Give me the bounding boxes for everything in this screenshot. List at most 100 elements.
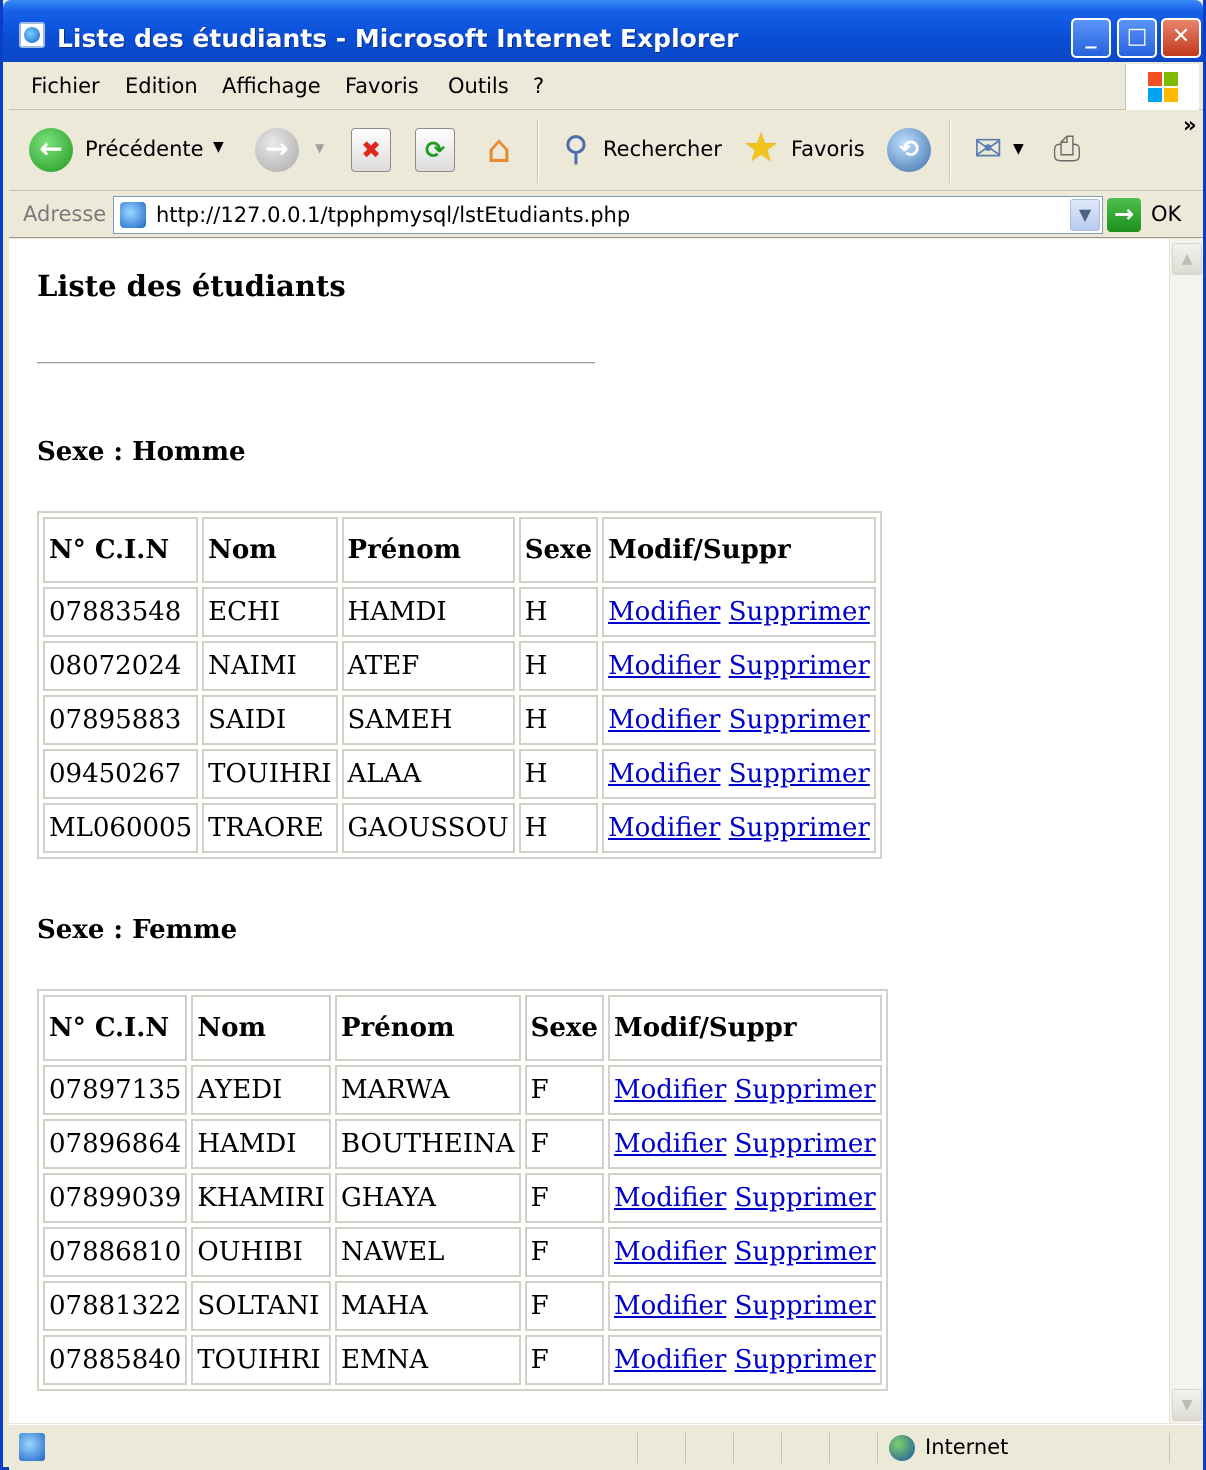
stop-button[interactable]: ✖ — [351, 128, 391, 172]
modify-link[interactable]: Modifier — [614, 1237, 726, 1267]
favorites-button[interactable]: ★ — [737, 123, 785, 173]
ie-page-icon — [120, 202, 146, 228]
actions-cell: Modifier Supprimer — [607, 1119, 882, 1169]
actions-cell: Modifier Supprimer — [602, 695, 876, 745]
home-button[interactable]: ⌂ — [475, 125, 523, 173]
cin-cell: 07881322 — [43, 1281, 188, 1331]
menu-favoris[interactable]: Favoris — [345, 74, 419, 98]
toolbar: ← Précédente ▼ → ▼ ✖ ⟳ ⌂ ⚲ Rechercher ★ … — [9, 111, 1203, 191]
modify-link[interactable]: Modifier — [614, 1183, 726, 1213]
modify-link[interactable]: Modifier — [608, 813, 720, 843]
delete-link[interactable]: Supprimer — [735, 1291, 876, 1321]
search-icon: ⚲ — [563, 129, 589, 169]
refresh-button[interactable]: ⟳ — [415, 128, 455, 172]
search-button[interactable]: ⚲ — [553, 125, 599, 173]
sexe-cell: F — [524, 1119, 604, 1169]
search-label[interactable]: Rechercher — [603, 137, 722, 161]
zone-label: Internet — [925, 1435, 1009, 1459]
column-header: Modif/Suppr — [607, 995, 882, 1061]
cin-cell: 07899039 — [43, 1173, 188, 1223]
address-dropdown-icon[interactable]: ▼ — [1070, 199, 1100, 231]
modify-link[interactable]: Modifier — [614, 1291, 726, 1321]
delete-link[interactable]: Supprimer — [735, 1129, 876, 1159]
menu-help[interactable]: ? — [533, 74, 544, 98]
mail-dropdown-icon[interactable]: ▼ — [1013, 141, 1024, 157]
vertical-scrollbar[interactable]: ▲ ▼ — [1169, 239, 1203, 1423]
internet-globe-icon — [889, 1435, 915, 1461]
actions-cell: Modifier Supprimer — [602, 587, 876, 637]
status-separator — [781, 1433, 782, 1463]
scroll-down-icon[interactable]: ▼ — [1172, 1389, 1202, 1421]
modify-link[interactable]: Modifier — [614, 1075, 726, 1105]
address-url[interactable]: http://127.0.0.1/tpphpmysql/lstEtudiants… — [156, 203, 630, 227]
table-row: 07885840 TOUIHRI EMNA F Modifier Supprimer — [43, 1335, 882, 1385]
back-dropdown-icon[interactable]: ▼ — [213, 139, 224, 155]
sexe-cell: F — [524, 1065, 604, 1115]
scroll-up-icon[interactable]: ▲ — [1172, 243, 1202, 275]
maximize-button[interactable]: □ — [1117, 18, 1157, 58]
printer-icon: ⎙ — [1053, 129, 1081, 169]
delete-link[interactable]: Supprimer — [729, 759, 870, 789]
prenom-cell: GHAYA — [334, 1173, 521, 1223]
horizontal-rule — [37, 362, 595, 364]
sexe-cell: F — [524, 1335, 604, 1385]
menu-affichage[interactable]: Affichage — [222, 74, 321, 98]
menu-edition[interactable]: Edition — [125, 74, 198, 98]
actions-cell: Modifier Supprimer — [607, 1281, 882, 1331]
favorites-label[interactable]: Favoris — [791, 137, 865, 161]
delete-link[interactable]: Supprimer — [729, 813, 870, 843]
delete-link[interactable]: Supprimer — [735, 1183, 876, 1213]
table-header-row: N° C.I.N Nom Prénom Sexe Modif/Suppr — [43, 995, 882, 1061]
go-button[interactable]: OK — [1151, 202, 1181, 226]
delete-link[interactable]: Supprimer — [729, 651, 870, 681]
history-button[interactable]: ⟲ — [887, 128, 931, 172]
table-row: 07886810 OUHIBI NAWEL F Modifier Supprimer — [43, 1227, 882, 1277]
prenom-cell: ALAA — [341, 749, 515, 799]
actions-cell: Modifier Supprimer — [607, 1335, 882, 1385]
delete-link[interactable]: Supprimer — [735, 1075, 876, 1105]
close-button[interactable]: ✕ — [1161, 18, 1201, 58]
forward-dropdown-icon[interactable]: ▼ — [315, 141, 324, 155]
modify-link[interactable]: Modifier — [608, 705, 720, 735]
refresh-icon: ⟳ — [424, 136, 446, 164]
back-label[interactable]: Précédente — [85, 137, 204, 161]
modify-link[interactable]: Modifier — [614, 1129, 726, 1159]
address-input[interactable]: http://127.0.0.1/tpphpmysql/lstEtudiants… — [113, 196, 1103, 234]
column-header: Sexe — [518, 517, 599, 583]
modify-link[interactable]: Modifier — [608, 597, 720, 627]
table-row: ML060005 TRAORE GAOUSSOU H Modifier Supprime… — [43, 803, 876, 853]
menu-outils[interactable]: Outils — [448, 74, 509, 98]
sexe-cell: H — [518, 803, 599, 853]
ie-page-icon — [19, 22, 45, 48]
forward-button[interactable]: → — [255, 128, 299, 172]
cin-cell: 07895883 — [43, 695, 199, 745]
browser-window: Liste des étudiants - Microsoft Internet… — [0, 0, 1206, 1470]
section-title-femme: Sexe : Femme — [37, 915, 238, 945]
delete-link[interactable]: Supprimer — [729, 705, 870, 735]
modify-link[interactable]: Modifier — [608, 759, 720, 789]
toolbar-overflow-icon[interactable]: » — [1183, 113, 1197, 137]
title-bar: Liste des étudiants - Microsoft Internet… — [3, 0, 1203, 62]
print-button[interactable]: ⎙ — [1041, 125, 1093, 173]
delete-link[interactable]: Supprimer — [735, 1345, 876, 1375]
sexe-cell: H — [518, 641, 599, 691]
sexe-cell: F — [524, 1227, 604, 1277]
menu-fichier[interactable]: Fichier — [31, 74, 100, 98]
actions-cell: Modifier Supprimer — [602, 749, 876, 799]
actions-cell: Modifier Supprimer — [607, 1227, 882, 1277]
cin-cell: 08072024 — [43, 641, 199, 691]
mail-button[interactable]: ✉ — [965, 127, 1011, 171]
delete-link[interactable]: Supprimer — [735, 1237, 876, 1267]
back-arrow-icon: ← — [39, 132, 63, 165]
delete-link[interactable]: Supprimer — [729, 597, 870, 627]
go-arrow-icon[interactable]: → — [1107, 198, 1141, 232]
cin-cell: ML060005 — [43, 803, 199, 853]
modify-link[interactable]: Modifier — [608, 651, 720, 681]
minimize-button[interactable]: _ — [1071, 18, 1111, 58]
prenom-cell: SAMEH — [341, 695, 515, 745]
prenom-cell: HAMDI — [341, 587, 515, 637]
home-icon: ⌂ — [486, 127, 512, 171]
nom-cell: NAIMI — [202, 641, 338, 691]
modify-link[interactable]: Modifier — [614, 1345, 726, 1375]
back-button[interactable]: ← — [29, 128, 73, 172]
